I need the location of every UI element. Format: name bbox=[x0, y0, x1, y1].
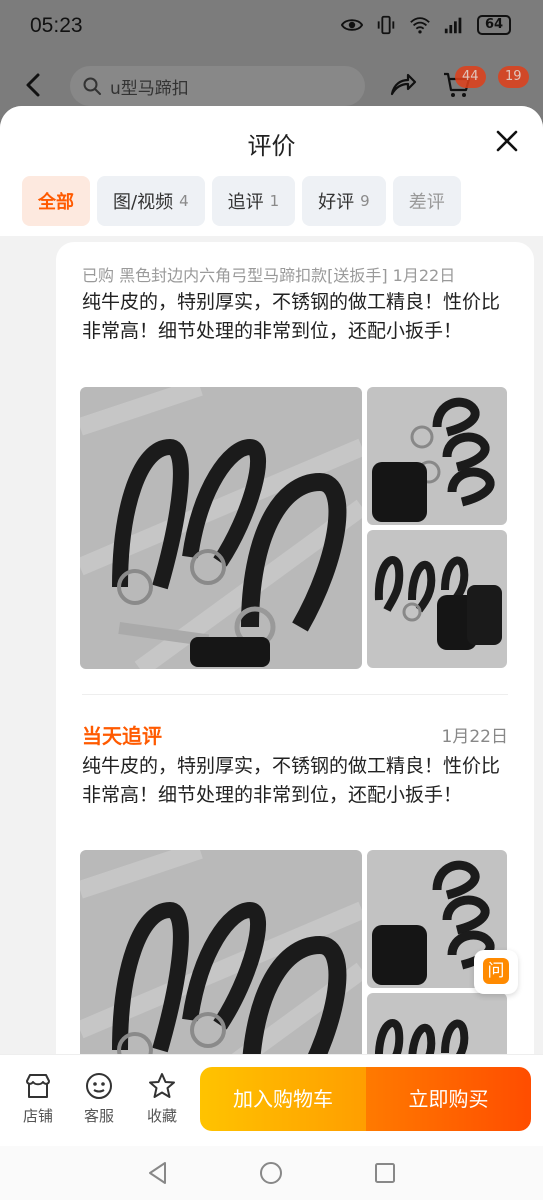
review-photo-3[interactable] bbox=[367, 530, 507, 668]
service-face-icon bbox=[86, 1073, 112, 1099]
status-bar: 05:23 64 bbox=[0, 0, 543, 56]
cart-count-badge: 44 bbox=[455, 66, 486, 88]
tab-count: 4 bbox=[179, 192, 189, 210]
review-purchase-info: 已购 黑色封边内六角弓型马蹄扣款[送扳手] 1月22日 bbox=[82, 266, 456, 285]
battery-icon: 64 bbox=[477, 15, 511, 35]
tab-count: 1 bbox=[269, 192, 280, 210]
keychain-photo-image bbox=[367, 387, 507, 525]
store-button[interactable]: 店铺 bbox=[13, 1071, 63, 1126]
follow-up-date: 1月22日 bbox=[441, 727, 508, 747]
system-nav-bar bbox=[0, 1146, 543, 1200]
sheet-title: 评价 bbox=[247, 132, 296, 160]
follow-up-label: 当天追评 bbox=[82, 724, 162, 748]
nav-back-icon[interactable] bbox=[145, 1160, 171, 1186]
divider bbox=[82, 694, 508, 695]
review-text: 纯牛皮的，特别厚实，不锈钢的做工精良！性价比非常高！细节处理的非常到位，还配小扳… bbox=[82, 291, 501, 342]
tab-photo-video[interactable]: 图/视频 4 bbox=[97, 176, 205, 226]
status-icons: 64 bbox=[341, 14, 511, 36]
favorite-label: 收藏 bbox=[146, 1107, 177, 1125]
search-placeholder: u型马蹄扣 bbox=[110, 78, 189, 99]
status-time: 05:23 bbox=[30, 14, 83, 37]
tab-follow-up[interactable]: 追评 1 bbox=[211, 176, 296, 226]
keychain-photo-image bbox=[80, 387, 362, 669]
tab-negative[interactable]: 差评 bbox=[392, 176, 461, 226]
share-icon[interactable] bbox=[388, 70, 418, 100]
tab-count: 9 bbox=[360, 192, 370, 210]
bottom-action-bar: 店铺 客服 收藏 加入购物车 立即购买 bbox=[0, 1054, 543, 1146]
back-arrow-icon[interactable] bbox=[22, 72, 44, 98]
store-icon bbox=[26, 1074, 50, 1098]
review-card: 已购 黑色封边内六角弓型马蹄扣款[送扳手] 1月22日 纯牛皮的，特别厚实，不锈… bbox=[56, 242, 534, 1132]
review-photo-1[interactable] bbox=[80, 387, 362, 669]
review-photo-2[interactable] bbox=[367, 387, 507, 525]
review-filter-tabs: 全部 图/视频 4 追评 1 好评 9 差评 bbox=[22, 176, 461, 226]
favorite-button[interactable]: 收藏 bbox=[137, 1071, 187, 1126]
tab-label: 差评 bbox=[408, 192, 445, 213]
store-label: 店铺 bbox=[22, 1107, 53, 1125]
eye-icon bbox=[341, 19, 363, 31]
tab-positive[interactable]: 好评 9 bbox=[302, 176, 386, 226]
tab-label: 全部 bbox=[38, 192, 74, 213]
ask-icon: 问 bbox=[483, 958, 509, 984]
vibrate-icon bbox=[377, 15, 395, 35]
service-label: 客服 bbox=[83, 1107, 114, 1125]
tab-label: 追评 bbox=[227, 192, 264, 213]
customer-service-button[interactable]: 客服 bbox=[74, 1071, 124, 1126]
sheet-header: 评价 全部 图/视频 4 追评 1 好评 9 差评 bbox=[0, 106, 543, 236]
tab-label: 图/视频 bbox=[113, 192, 174, 213]
buy-now-button[interactable]: 立即购买 bbox=[366, 1067, 531, 1131]
star-icon bbox=[149, 1073, 175, 1098]
follow-up-text: 纯牛皮的，特别厚实，不锈钢的做工精良！性价比非常高！细节处理的非常到位，还配小扳… bbox=[82, 755, 501, 806]
ask-question-button[interactable]: 问 bbox=[474, 950, 518, 994]
tab-all[interactable]: 全部 bbox=[22, 176, 90, 226]
tab-label: 好评 bbox=[318, 192, 355, 213]
search-icon bbox=[83, 77, 101, 95]
signal-icon bbox=[444, 17, 462, 34]
nav-recents-icon[interactable] bbox=[372, 1160, 398, 1186]
keychain-photo-image bbox=[367, 530, 507, 668]
search-bar[interactable]: u型马蹄扣 bbox=[70, 66, 365, 106]
wifi-icon bbox=[410, 17, 430, 34]
reviews-sheet: 评价 全部 图/视频 4 追评 1 好评 9 差评 已购 黑色封边内六角弓型马蹄扣款[… bbox=[0, 106, 543, 1200]
message-count-badge: 19 bbox=[498, 66, 529, 88]
add-to-cart-button[interactable]: 加入购物车 bbox=[200, 1067, 366, 1131]
close-icon[interactable] bbox=[494, 128, 520, 154]
nav-home-icon[interactable] bbox=[258, 1160, 284, 1186]
